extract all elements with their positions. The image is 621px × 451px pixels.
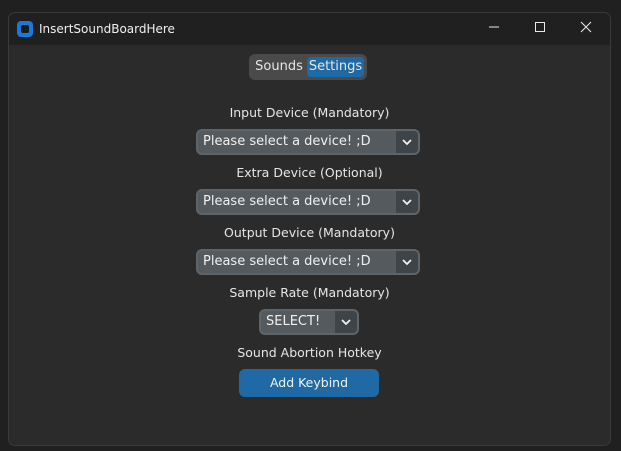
- tab-settings[interactable]: Settings: [307, 57, 364, 77]
- app-logo-icon: [17, 21, 33, 37]
- minimize-icon: [488, 21, 500, 37]
- input-device-select[interactable]: Please select a device! ;D: [196, 129, 420, 155]
- input-device-value: Please select a device! ;D: [203, 134, 371, 149]
- extra-device-value: Please select a device! ;D: [203, 194, 371, 209]
- input-device-label: Input Device (Mandatory): [229, 105, 390, 120]
- app-window: InsertSoundBoardHere Sounds Settings Inp…: [8, 12, 611, 446]
- add-keybind-button[interactable]: Add Keybind: [239, 369, 379, 397]
- output-device-value: Please select a device! ;D: [203, 254, 371, 269]
- title-bar[interactable]: InsertSoundBoardHere: [9, 13, 610, 45]
- chevron-down-icon[interactable]: [396, 251, 418, 273]
- extra-device-label: Extra Device (Optional): [236, 165, 383, 180]
- hotkey-label: Sound Abortion Hotkey: [237, 345, 382, 360]
- maximize-icon: [534, 21, 546, 37]
- sample-rate-value: SELECT!: [266, 314, 321, 329]
- settings-panel: Sounds Settings Input Device (Mandatory)…: [9, 45, 610, 445]
- close-button[interactable]: [563, 13, 609, 45]
- output-device-select[interactable]: Please select a device! ;D: [196, 249, 420, 275]
- minimize-button[interactable]: [471, 13, 517, 45]
- output-device-label: Output Device (Mandatory): [224, 225, 395, 240]
- tab-sounds[interactable]: Sounds: [252, 57, 306, 77]
- chevron-down-icon[interactable]: [396, 131, 418, 153]
- chevron-down-icon[interactable]: [335, 311, 357, 333]
- close-icon: [580, 21, 592, 37]
- window-title: InsertSoundBoardHere: [39, 22, 175, 36]
- tab-bar: Sounds Settings: [249, 54, 367, 80]
- extra-device-select[interactable]: Please select a device! ;D: [196, 189, 420, 215]
- maximize-button[interactable]: [517, 13, 563, 45]
- sample-rate-label: Sample Rate (Mandatory): [229, 285, 390, 300]
- sample-rate-select[interactable]: SELECT!: [259, 309, 359, 335]
- chevron-down-icon[interactable]: [396, 191, 418, 213]
